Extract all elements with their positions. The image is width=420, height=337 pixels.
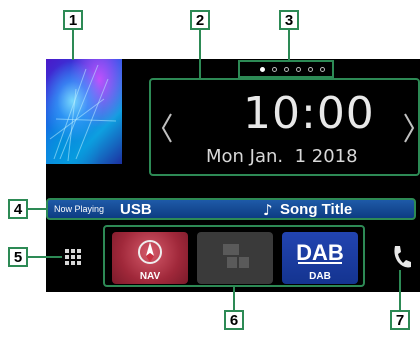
callout-line-5 [28, 256, 62, 258]
chevron-right-icon[interactable] [403, 112, 415, 144]
phone-icon [394, 246, 411, 268]
page-dot [284, 67, 289, 72]
callout-line-3 [288, 30, 290, 60]
page-dot [272, 67, 277, 72]
dab-logo-text: DAB [296, 240, 344, 265]
callout-2: 2 [190, 10, 210, 30]
nav-shortcut[interactable]: NAV [112, 232, 188, 284]
callout-line-6 [233, 287, 235, 310]
source-name: USB [120, 201, 152, 218]
nav-label: NAV [139, 271, 161, 282]
page-indicator [238, 60, 334, 78]
page-dot [308, 67, 313, 72]
callout-line-2 [199, 30, 201, 78]
callout-5: 5 [8, 247, 28, 267]
callout-3: 3 [279, 10, 299, 30]
clock-widget[interactable]: 10:00 Mon Jan. 1 2018 [149, 78, 420, 176]
song-title: Song Title [280, 201, 353, 218]
clock-date: Mon Jan. 1 2018 [206, 146, 358, 167]
callout-1: 1 [63, 10, 83, 30]
dab-shortcut[interactable]: DAB DAB [282, 232, 358, 284]
page-dot [320, 67, 325, 72]
chevron-left-icon[interactable] [161, 112, 173, 144]
clock-time: 10:00 [243, 88, 375, 139]
now-playing-label: Now Playing [54, 204, 105, 214]
music-note-icon: ♪ [263, 201, 273, 219]
menu-button[interactable] [62, 246, 84, 268]
shortcut-launcher: NAV DAB DAB [103, 225, 365, 287]
page-dot [296, 67, 301, 72]
callout-4: 4 [8, 199, 28, 219]
blank-shortcut[interactable] [197, 232, 273, 284]
dab-logo-icon: DAB [296, 240, 344, 265]
navigation-icon [138, 240, 162, 264]
dab-label: DAB [309, 271, 331, 282]
callout-line-7 [399, 270, 401, 310]
callout-7: 7 [390, 310, 410, 330]
now-playing-bar[interactable]: Now Playing USB ♪ Song Title [46, 198, 416, 220]
callout-6: 6 [224, 310, 244, 330]
callout-line-4 [28, 208, 46, 210]
callout-line-1 [72, 30, 74, 60]
blank-app-icon [223, 244, 249, 268]
page-dot-active [260, 67, 265, 72]
album-art[interactable] [46, 59, 122, 164]
grid-icon [65, 249, 81, 265]
phone-button[interactable] [390, 244, 412, 270]
